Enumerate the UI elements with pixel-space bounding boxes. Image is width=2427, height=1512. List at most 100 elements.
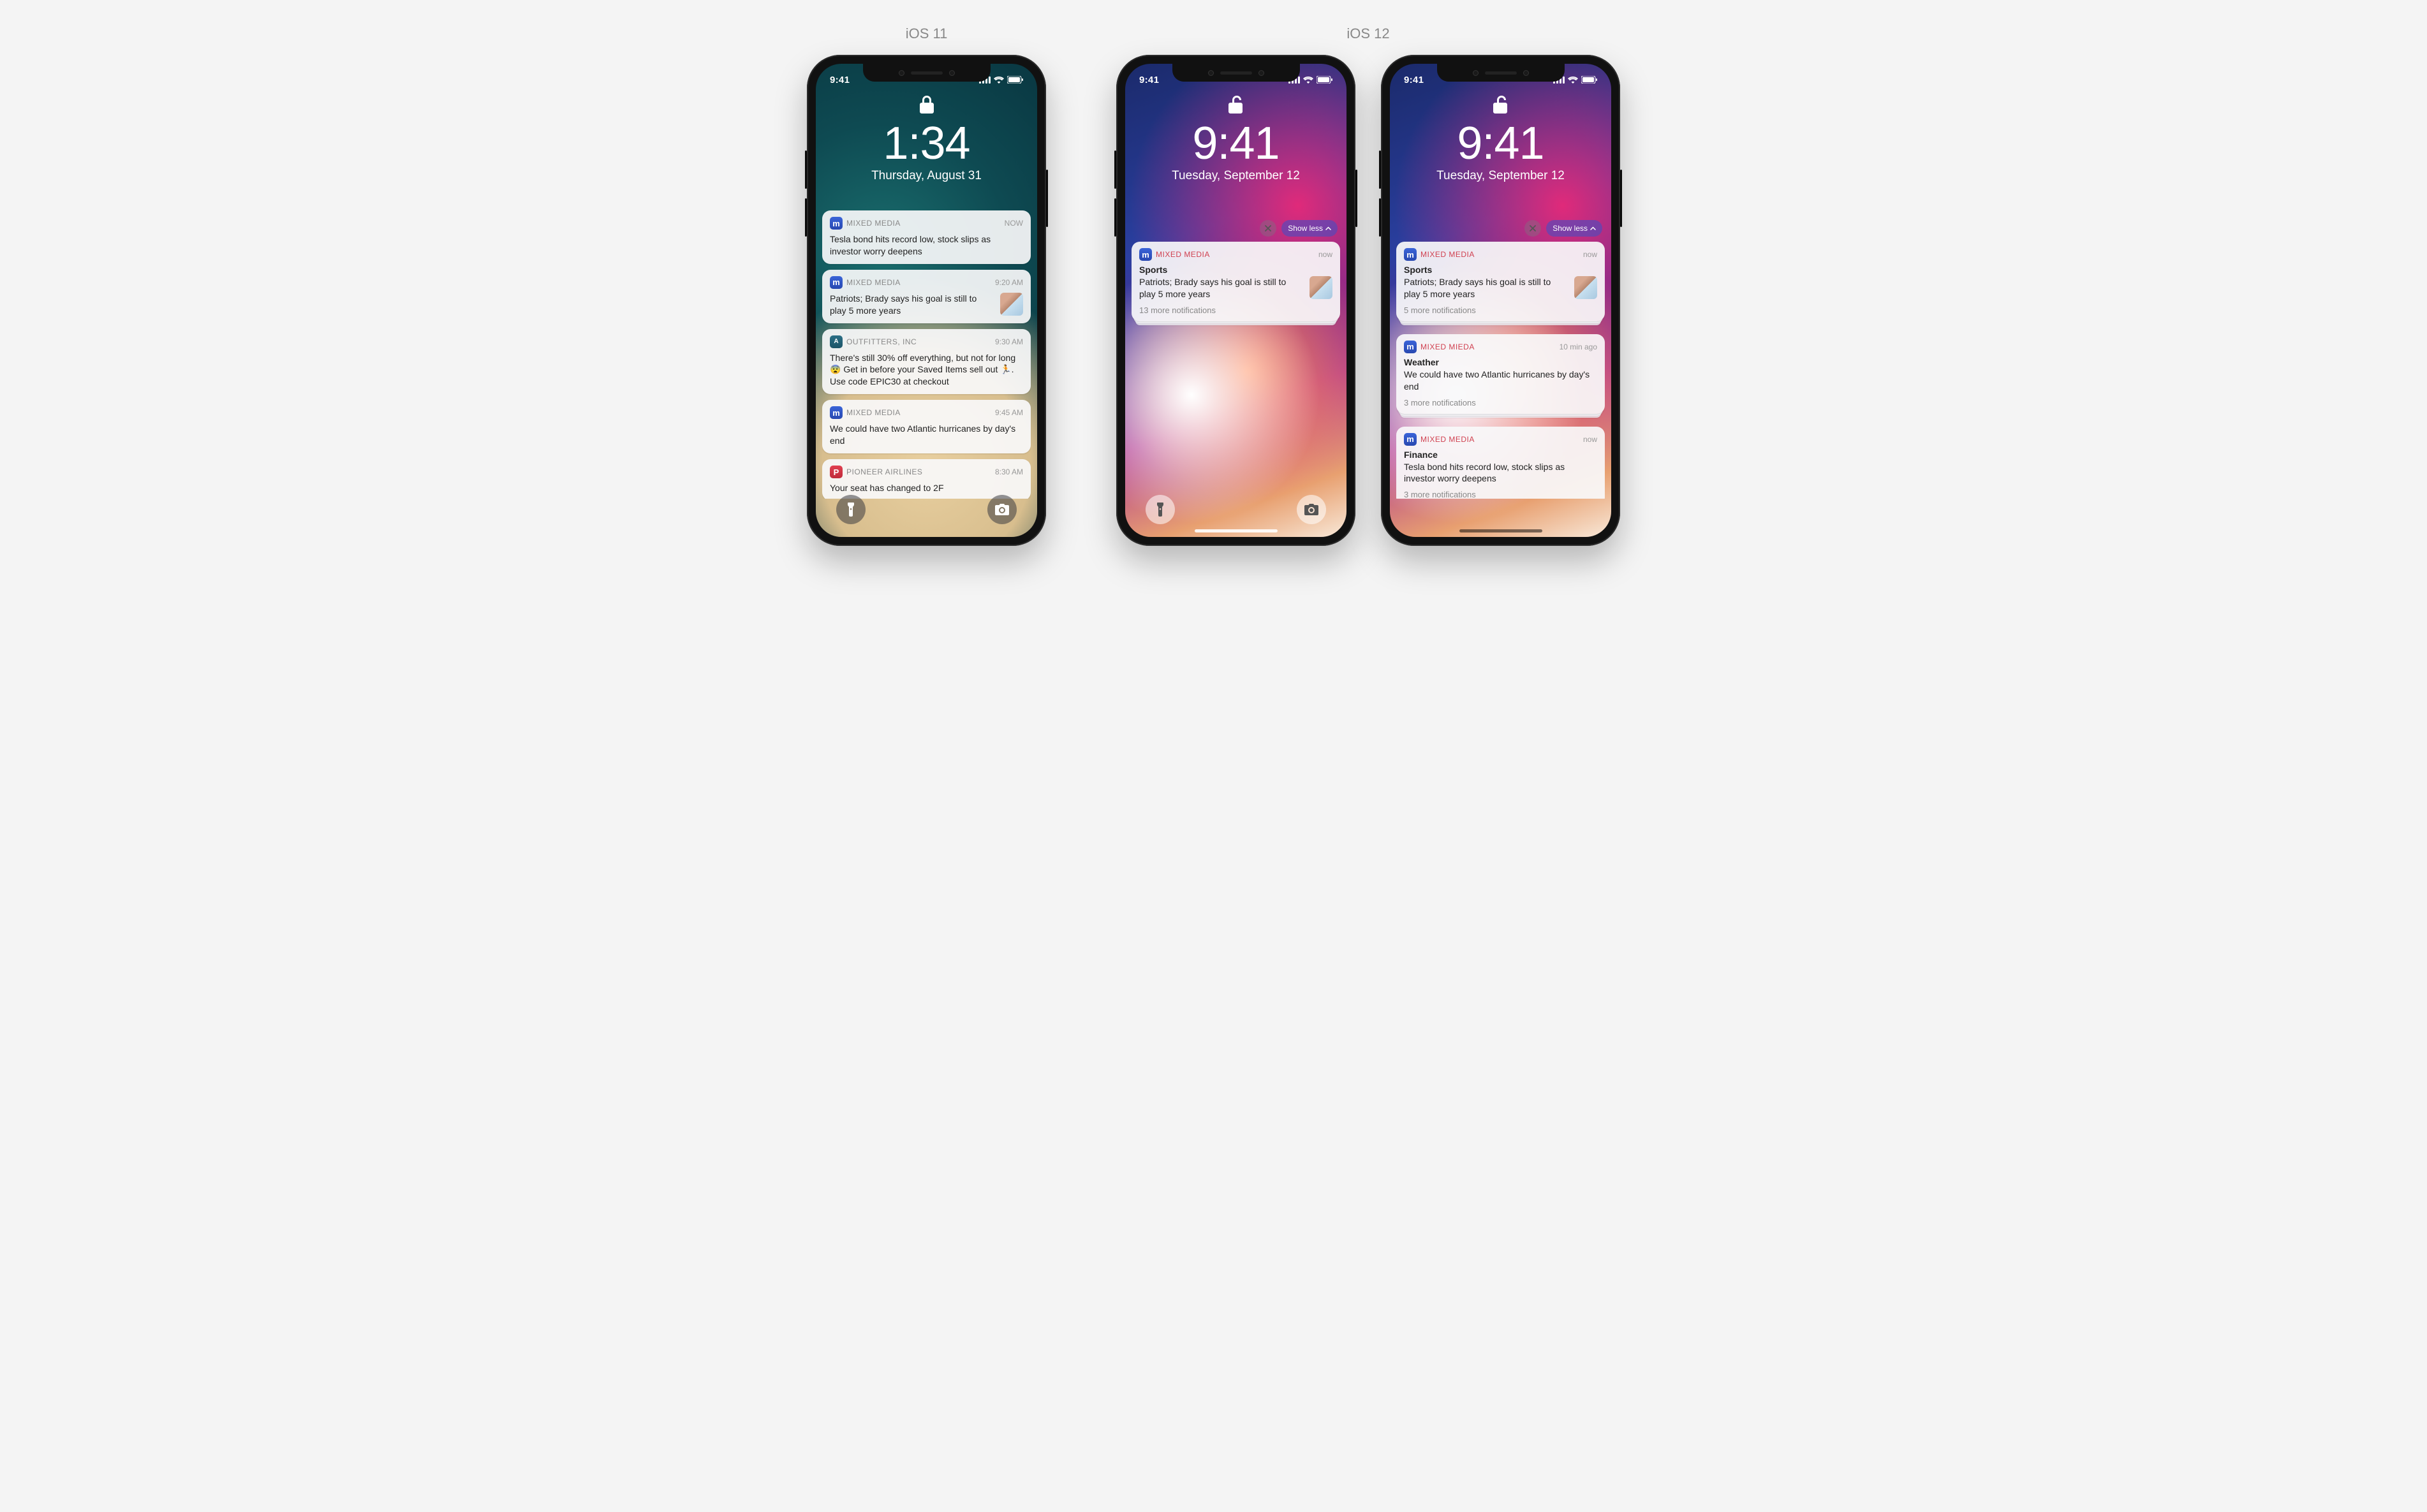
home-indicator[interactable] xyxy=(1459,529,1542,532)
notification-group[interactable]: mMIXED MEDIA now FinanceTesla bond hits re… xyxy=(1396,427,1605,499)
group-close-button[interactable] xyxy=(1260,220,1276,237)
app-name: MIXED MEDIA xyxy=(1420,435,1475,444)
notification-body: There's still 30% off everything, but no… xyxy=(830,352,1023,388)
group-close-button[interactable] xyxy=(1524,220,1541,237)
phone-ios12-a: 9:41 9:41 Tuesday, September 12 xyxy=(1116,55,1355,546)
app-name: MIXED MEDIA xyxy=(1420,250,1475,259)
lock-time: 9:41 xyxy=(1390,121,1611,166)
notification-body: Patriots; Brady says his goal is still t… xyxy=(830,293,994,317)
battery-icon xyxy=(1007,76,1023,84)
app-name: OUTFITTERS, INC xyxy=(846,337,917,346)
notification-group[interactable]: m MIXED MEDIA now Sports Patriots; Brady… xyxy=(1132,242,1340,321)
app-icon: m xyxy=(1404,248,1417,261)
flashlight-button[interactable] xyxy=(1146,495,1175,524)
app-icon: m xyxy=(830,276,843,289)
notification-list[interactable]: mMIXED MEDIANOWTesla bond hits record lo… xyxy=(822,210,1031,499)
notification-more: 13 more notifications xyxy=(1139,305,1332,315)
phone-ios12-b: 9:41 9:41 Tuesday, September 12 xyxy=(1381,55,1620,546)
show-less-button[interactable]: Show less xyxy=(1281,220,1338,237)
app-icon: A xyxy=(830,335,843,348)
notification[interactable]: mMIXED MEDIA 9:20 AMPatriots; Brady says … xyxy=(822,270,1031,323)
lock-icon xyxy=(920,96,934,117)
app-name: MIXED MIEDA xyxy=(1420,342,1475,351)
camera-button[interactable] xyxy=(1297,495,1326,524)
app-name: MIXED MEDIA xyxy=(846,278,901,287)
wifi-icon xyxy=(1303,77,1313,84)
notification-more: 3 more notifications xyxy=(1404,490,1597,499)
notification-body: We could have two Atlantic hurricanes by… xyxy=(830,423,1023,447)
app-name: PIONEER AIRLINES xyxy=(846,467,922,476)
lock-date: Tuesday, September 12 xyxy=(1390,169,1611,183)
unlock-icon xyxy=(1228,96,1244,117)
notification-body: Patriots; Brady says his goal is still t… xyxy=(1404,276,1568,300)
notification[interactable]: AOUTFITTERS, INC 9:30 AM There's still 30%… xyxy=(822,329,1031,395)
chevron-up-icon xyxy=(1325,226,1331,230)
app-icon: m xyxy=(830,217,843,230)
phone-ios11: 9:41 1:34 Thursday, August 31 mMIXED MED… xyxy=(807,55,1046,546)
app-name: MIXED MEDIA xyxy=(846,408,901,417)
notification-time: now xyxy=(1318,250,1332,259)
notification-list[interactable]: Show less m MIXED MEDIA now Sports Patri… xyxy=(1132,220,1340,499)
notification-group[interactable]: mMIXED MEDIA now SportsPatriots; Brady say… xyxy=(1396,242,1605,321)
notification-thumbnail xyxy=(1000,293,1023,316)
status-time: 9:41 xyxy=(1139,75,1159,85)
notification-list[interactable]: Show less mMIXED MEDIAnowSportsPatriots;… xyxy=(1396,220,1605,499)
lock-time: 1:34 xyxy=(816,121,1037,166)
notification[interactable]: mMIXED MEDIA NOW Tesla bond hits record lo… xyxy=(822,210,1031,264)
notification-body: Tesla bond hits record low, stock slips … xyxy=(830,233,1023,258)
notification-thumbnail xyxy=(1309,276,1332,299)
app-name: MIXED MEDIA xyxy=(846,219,901,228)
notification-body: Patriots; Brady says his goal is still t… xyxy=(1139,276,1303,300)
notification-title: Finance xyxy=(1404,450,1597,460)
show-less-button[interactable]: Show less xyxy=(1546,220,1602,237)
notification-title: Sports xyxy=(1404,265,1597,275)
close-icon xyxy=(1265,225,1271,231)
notification-time: 9:20 AM xyxy=(995,278,1023,287)
chevron-up-icon xyxy=(1590,226,1596,230)
column-title-ios11: iOS 11 xyxy=(906,26,948,42)
battery-icon xyxy=(1581,76,1597,84)
quick-actions xyxy=(1125,495,1346,524)
app-icon: P xyxy=(830,466,843,478)
notification-time: now xyxy=(1583,435,1597,444)
quick-actions xyxy=(816,495,1037,524)
lock-time: 9:41 xyxy=(1125,121,1346,166)
show-less-label: Show less xyxy=(1288,224,1323,233)
notification-thumbnail xyxy=(1574,276,1597,299)
notification-title: Weather xyxy=(1404,357,1597,367)
notification-group[interactable]: mMIXED MIEDA 10 min ago Weather We could ha… xyxy=(1396,334,1605,414)
wifi-icon xyxy=(994,77,1004,84)
notification-title: Sports xyxy=(1139,265,1332,275)
notification[interactable]: PPIONEER AIRLINES 8:30 AM Your seat has ch… xyxy=(822,459,1031,499)
notification-body: We could have two Atlantic hurricanes by… xyxy=(1404,369,1597,393)
notification-time: 10 min ago xyxy=(1560,342,1597,351)
notification-more: 3 more notifications xyxy=(1404,398,1597,407)
app-name: MIXED MEDIA xyxy=(1156,250,1210,259)
notification-time: 8:30 AM xyxy=(995,467,1023,476)
notification-body: Tesla bond hits record low, stock slips … xyxy=(1404,461,1597,485)
app-icon: m xyxy=(1139,248,1152,261)
notification-time: 9:45 AM xyxy=(995,408,1023,417)
camera-button[interactable] xyxy=(987,495,1017,524)
unlock-icon xyxy=(1493,96,1509,117)
battery-icon xyxy=(1317,76,1332,84)
app-icon: m xyxy=(1404,341,1417,353)
notification-more: 5 more notifications xyxy=(1404,305,1597,315)
app-icon: m xyxy=(830,406,843,419)
notification-time: now xyxy=(1583,250,1597,259)
flashlight-button[interactable] xyxy=(836,495,866,524)
notification[interactable]: mMIXED MEDIA 9:45 AM We could have two Atl… xyxy=(822,400,1031,453)
notification-time: 9:30 AM xyxy=(995,337,1023,346)
status-time: 9:41 xyxy=(830,75,850,85)
column-title-ios12: iOS 12 xyxy=(1346,26,1389,42)
show-less-label: Show less xyxy=(1553,224,1588,233)
app-icon: m xyxy=(1404,433,1417,446)
status-time: 9:41 xyxy=(1404,75,1424,85)
lock-date: Tuesday, September 12 xyxy=(1125,169,1346,183)
notification-time: NOW xyxy=(1005,219,1023,228)
wifi-icon xyxy=(1568,77,1578,84)
close-icon xyxy=(1530,225,1536,231)
home-indicator[interactable] xyxy=(1195,529,1278,532)
notification-body: Your seat has changed to 2F xyxy=(830,482,1023,494)
lock-date: Thursday, August 31 xyxy=(816,169,1037,183)
